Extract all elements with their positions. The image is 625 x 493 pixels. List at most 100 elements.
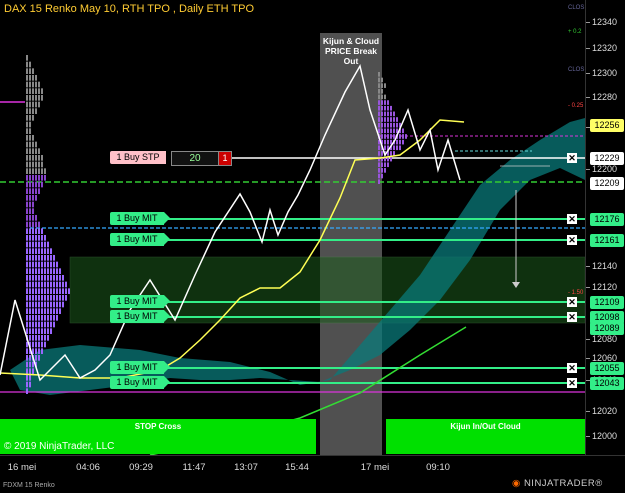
buy-mit-label[interactable]: 1 Buy MIT [110, 295, 164, 308]
tpo-block [65, 288, 67, 294]
tpo-block [381, 122, 383, 128]
tpo-block [35, 101, 37, 108]
tpo-block [38, 308, 40, 314]
tpo-block [32, 215, 34, 221]
tpo-block [29, 288, 31, 294]
tpo-block [62, 288, 64, 294]
stop-order-count[interactable]: 1 [218, 151, 232, 166]
tpo-block [390, 117, 392, 122]
tpo-block [26, 81, 28, 88]
tpo-block [390, 156, 392, 162]
price-tick-mark [586, 48, 590, 49]
tpo-block [384, 117, 386, 122]
close-order-icon[interactable]: ✕ [567, 363, 577, 373]
tpo-block [32, 81, 34, 88]
tpo-block [47, 301, 49, 308]
tpo-block [29, 68, 31, 74]
tpo-block [35, 308, 37, 314]
tpo-block [35, 341, 37, 348]
tpo-block [26, 135, 28, 141]
price-tick-label: 12280 [592, 92, 618, 102]
buy-mit-order[interactable]: 1 Buy MIT [110, 376, 170, 389]
buy-mit-label[interactable]: 1 Buy MIT [110, 310, 164, 323]
buy-mit-order[interactable]: 1 Buy MIT [110, 212, 170, 225]
tpo-block [38, 301, 40, 308]
tpo-block [390, 122, 392, 128]
tpo-block [56, 308, 58, 314]
tpo-block [390, 128, 392, 134]
tpo-block [32, 335, 34, 341]
tpo-block [32, 295, 34, 301]
tpo-block [35, 195, 37, 201]
tpo-block [50, 255, 52, 261]
tpo-block [44, 321, 46, 328]
tpo-block [53, 295, 55, 301]
tpo-block [26, 221, 28, 228]
tpo-block [29, 315, 31, 321]
close-order-icon[interactable]: ✕ [567, 235, 577, 245]
tpo-block [29, 328, 31, 334]
tpo-block [53, 261, 55, 268]
buy-mit-label[interactable]: 1 Buy MIT [110, 376, 164, 389]
buy-mit-label[interactable]: 1 Buy MIT [110, 212, 164, 225]
tpo-block [381, 100, 383, 105]
price-tag: 12043 [590, 377, 624, 390]
close-stop-order-icon[interactable]: ✕ [567, 153, 577, 163]
tpo-block [378, 179, 380, 184]
tpo-block [56, 281, 58, 288]
buy-mit-order[interactable]: 1 Buy MIT [110, 361, 170, 374]
price-tick-label: 12020 [592, 406, 618, 416]
tpo-block [44, 308, 46, 314]
close-order-icon[interactable]: ✕ [567, 312, 577, 322]
buy-mit-order[interactable]: 1 Buy MIT [110, 310, 170, 323]
tpo-block [35, 335, 37, 341]
tpo-block [44, 288, 46, 294]
tpo-block [26, 295, 28, 301]
tpo-block [384, 128, 386, 134]
tpo-block [41, 168, 43, 174]
tpo-block [32, 235, 34, 241]
tpo-block [29, 228, 31, 234]
buy-stop-order[interactable]: 1 Buy STP [110, 151, 170, 164]
tpo-block [26, 361, 28, 368]
buy-mit-label[interactable]: 1 Buy MIT [110, 233, 164, 246]
close-order-icon[interactable]: ✕ [567, 378, 577, 388]
tpo-block [35, 355, 37, 361]
tpo-block [53, 268, 55, 274]
close-order-icon[interactable]: ✕ [567, 297, 577, 307]
tpo-block [32, 341, 34, 348]
tpo-block [29, 295, 31, 301]
tpo-block [29, 248, 31, 254]
buy-mit-order[interactable]: 1 Buy MIT [110, 295, 170, 308]
buy-stop-label[interactable]: 1 Buy STP [110, 151, 166, 164]
tpo-block [29, 188, 31, 194]
tpo-block [41, 288, 43, 294]
tpo-block [378, 105, 380, 111]
tpo-block [384, 122, 386, 128]
price-tag: 12161 [590, 234, 624, 247]
buy-mit-order[interactable]: 1 Buy MIT [110, 233, 170, 246]
tpo-block [38, 261, 40, 268]
tpo-block [32, 255, 34, 261]
tpo-block [26, 248, 28, 254]
tpo-block [41, 281, 43, 288]
tpo-block [38, 175, 40, 181]
tpo-block [26, 301, 28, 308]
tpo-block [393, 111, 395, 117]
tpo-block [35, 88, 37, 94]
tpo-block [32, 288, 34, 294]
tpo-block [41, 95, 43, 101]
tpo-block [26, 321, 28, 328]
tpo-block [32, 195, 34, 201]
tpo-block [32, 148, 34, 154]
tpo-block [26, 181, 28, 188]
tpo-block [29, 81, 31, 88]
stop-quantity-field[interactable]: 20 [171, 151, 219, 166]
buy-mit-label[interactable]: 1 Buy MIT [110, 361, 164, 374]
tpo-block [44, 315, 46, 321]
price-tick-mark [586, 22, 590, 23]
close-order-icon[interactable]: ✕ [567, 214, 577, 224]
tpo-block [50, 301, 52, 308]
price-tick-mark [586, 411, 590, 412]
tpo-block [26, 201, 28, 208]
